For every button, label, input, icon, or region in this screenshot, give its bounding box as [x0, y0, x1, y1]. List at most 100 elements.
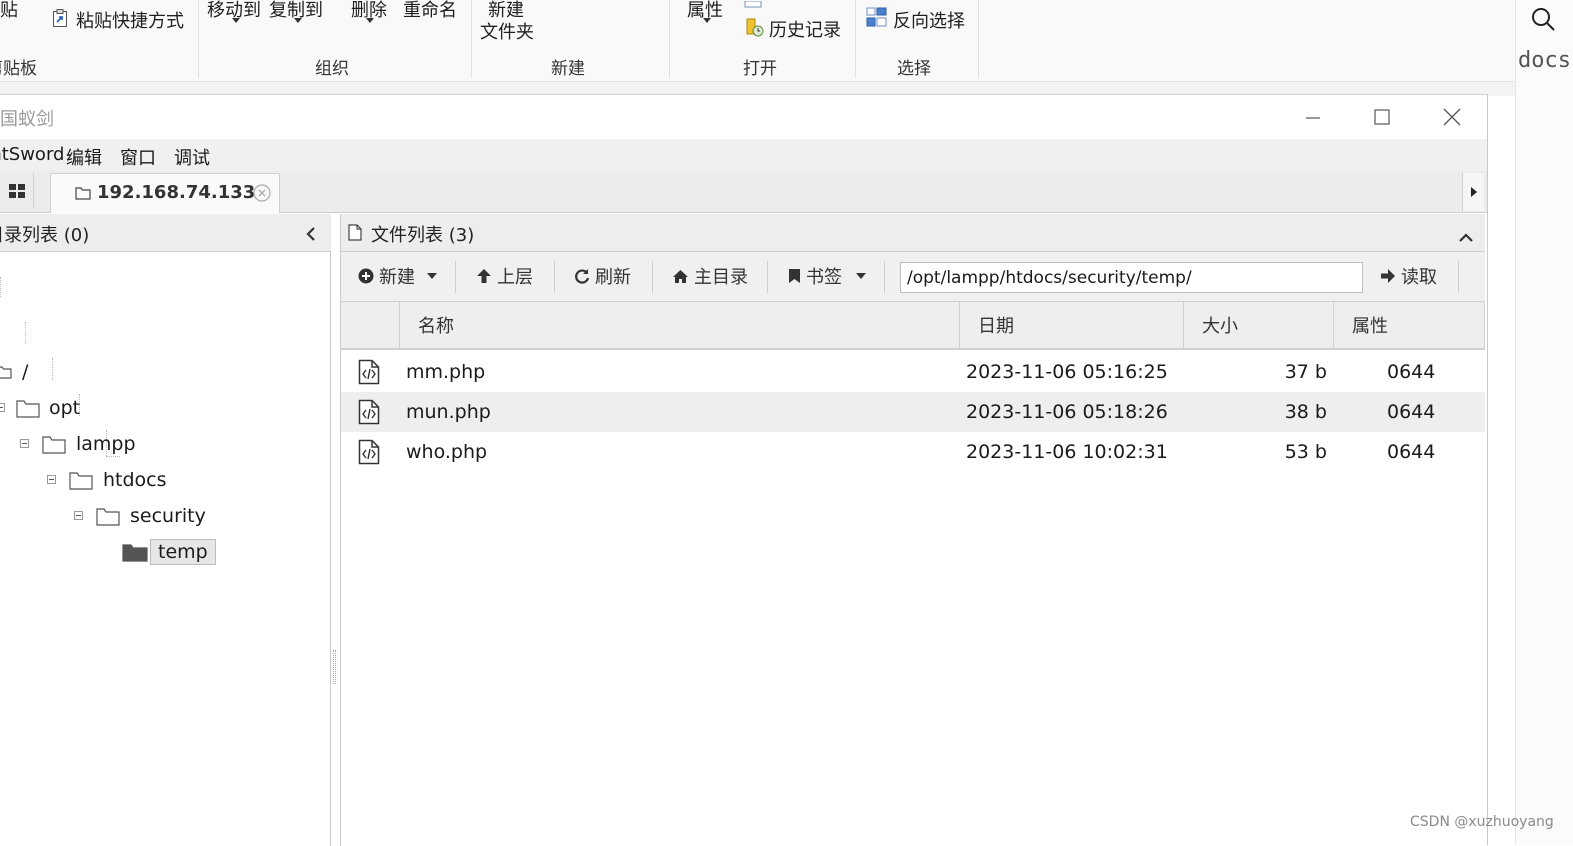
- file-outline-icon: [348, 224, 362, 245]
- ribbon-divider: [471, 0, 472, 78]
- file-panel: 文件列表 (3) 新建 上层 刷新 主目录 书签 /opt/lampp/htdo…: [340, 214, 1485, 846]
- arrow-right-icon: [1381, 269, 1395, 283]
- file-row[interactable]: mm.php 2023-11-06 05:16:25 37 b 0644: [341, 352, 1485, 392]
- invert-selection-icon: [866, 7, 888, 31]
- tree-node-label: htdocs: [103, 469, 167, 491]
- home-button[interactable]: 主目录: [672, 262, 748, 290]
- php-file-icon: [358, 432, 380, 472]
- file-attr: 0644: [1387, 441, 1436, 463]
- tree-node-label: /: [22, 361, 29, 383]
- tree-connector: [52, 358, 53, 380]
- antsword-window: 中国蚁剑 AntSword 编辑 窗口 调试 192.168.74.133: [0, 94, 1488, 846]
- file-attr: 0644: [1387, 401, 1436, 423]
- explorer-side-pane: docs: [1515, 0, 1573, 845]
- history-button[interactable]: 历史记录: [769, 16, 841, 42]
- arrow-up-icon: [477, 269, 491, 283]
- close-button[interactable]: [1429, 99, 1475, 135]
- close-icon: [1443, 108, 1461, 126]
- organize-group-label: 组织: [315, 59, 349, 79]
- up-button[interactable]: 上层: [476, 262, 533, 290]
- open-group-label: 打开: [743, 59, 777, 79]
- read-button[interactable]: 读取: [1380, 262, 1437, 290]
- file-date: 2023-11-06 05:18:26: [966, 401, 1168, 423]
- tree-node-opt[interactable]: opt: [16, 395, 80, 421]
- chevron-down-icon: [232, 18, 240, 23]
- menu-edit[interactable]: 编辑: [66, 144, 102, 170]
- tree-node-lampp[interactable]: lampp: [42, 431, 136, 457]
- plus-circle-icon: [358, 268, 374, 284]
- column-date-header[interactable]: 日期: [960, 302, 1184, 348]
- tab-home[interactable]: [0, 173, 34, 209]
- menu-debug[interactable]: 调试: [174, 144, 210, 170]
- file-grid-header: 名称 日期 大小 属性: [341, 302, 1485, 350]
- folder-outline-icon: [16, 400, 40, 418]
- collapse-up-icon[interactable]: [1459, 227, 1473, 246]
- file-size: 37 b: [1284, 361, 1327, 383]
- ribbon-divider: [669, 0, 670, 78]
- side-pane-text: docs: [1518, 48, 1571, 73]
- chevron-down-icon: [366, 18, 374, 23]
- paste-shortcut-button[interactable]: 粘贴快捷方式: [76, 7, 184, 33]
- tab-bar: 192.168.74.133: [0, 171, 1487, 213]
- new-folder-button-line2[interactable]: 文件夹: [480, 18, 534, 44]
- home-icon: [673, 269, 688, 283]
- tree-connector: [0, 277, 1, 297]
- minimize-icon: [1306, 117, 1320, 119]
- caret-down-icon: [427, 273, 437, 279]
- paste-button[interactable]: 粘贴: [0, 0, 18, 22]
- tree-node-temp[interactable]: temp: [122, 537, 216, 567]
- search-icon[interactable]: [1530, 6, 1556, 36]
- tree-node-label-selected: temp: [150, 539, 216, 565]
- toolbar-divider: [652, 261, 653, 293]
- tree-expander-icon[interactable]: [0, 403, 5, 412]
- tab-scroll-right-button[interactable]: [1462, 173, 1484, 211]
- refresh-button[interactable]: 刷新: [574, 262, 631, 290]
- column-icon-header: [341, 302, 400, 348]
- tab-close-icon[interactable]: [253, 184, 271, 206]
- tree-node-root[interactable]: /: [0, 359, 28, 385]
- tree-expander-icon[interactable]: [47, 475, 56, 484]
- file-row[interactable]: mun.php 2023-11-06 05:18:26 38 b 0644: [341, 392, 1485, 432]
- new-button[interactable]: 新建: [358, 262, 438, 290]
- caret-down-icon: [856, 273, 866, 279]
- tree-node-label: security: [130, 505, 206, 527]
- folder-outline-icon: [69, 472, 93, 490]
- minimize-button[interactable]: [1290, 99, 1336, 135]
- php-file-icon: [358, 392, 380, 432]
- collapse-panel-icon[interactable]: [305, 226, 317, 245]
- tree-node-htdocs[interactable]: htdocs: [69, 467, 167, 493]
- path-input[interactable]: [900, 262, 1363, 293]
- toolbar-divider: [455, 261, 456, 293]
- column-size-header[interactable]: 大小: [1184, 302, 1334, 348]
- maximize-button[interactable]: [1359, 99, 1405, 135]
- panel-splitter-handle[interactable]: [333, 650, 336, 684]
- tab-host-label: 192.168.74.133: [97, 182, 256, 203]
- column-attr-header[interactable]: 属性: [1334, 302, 1485, 348]
- bookmark-button[interactable]: 书签: [788, 262, 867, 290]
- menu-window[interactable]: 窗口: [120, 144, 156, 170]
- directory-panel-header: 目录列表 (0): [0, 214, 331, 252]
- ribbon-divider: [198, 0, 199, 78]
- title-bar[interactable]: 中国蚁剑: [0, 95, 1487, 139]
- column-name-header[interactable]: 名称: [400, 302, 960, 348]
- file-size: 38 b: [1284, 401, 1327, 423]
- tree-node-security[interactable]: security: [96, 503, 206, 529]
- grid-icon: [8, 184, 25, 198]
- read-button-label: 读取: [1401, 267, 1437, 288]
- menu-antsword[interactable]: AntSword: [0, 144, 64, 165]
- file-attr: 0644: [1387, 361, 1436, 383]
- tree-expander-icon[interactable]: [74, 511, 83, 520]
- chevron-down-icon: [703, 18, 711, 23]
- bookmark-button-label: 书签: [806, 267, 842, 288]
- select-group-label: 选择: [897, 59, 931, 79]
- invert-selection-button[interactable]: 反向选择: [893, 7, 965, 33]
- history-icon: [745, 17, 765, 41]
- tree-expander-icon[interactable]: [20, 439, 29, 448]
- home-button-label: 主目录: [694, 267, 748, 288]
- file-row[interactable]: who.php 2023-11-06 10:02:31 53 b 0644: [341, 432, 1485, 472]
- rename-button[interactable]: 重命名: [403, 0, 457, 22]
- folder-outline-icon: [96, 508, 120, 526]
- file-date: 2023-11-06 10:02:31: [966, 441, 1168, 463]
- tab-host[interactable]: 192.168.74.133: [50, 173, 280, 213]
- toolbar-divider: [767, 261, 768, 293]
